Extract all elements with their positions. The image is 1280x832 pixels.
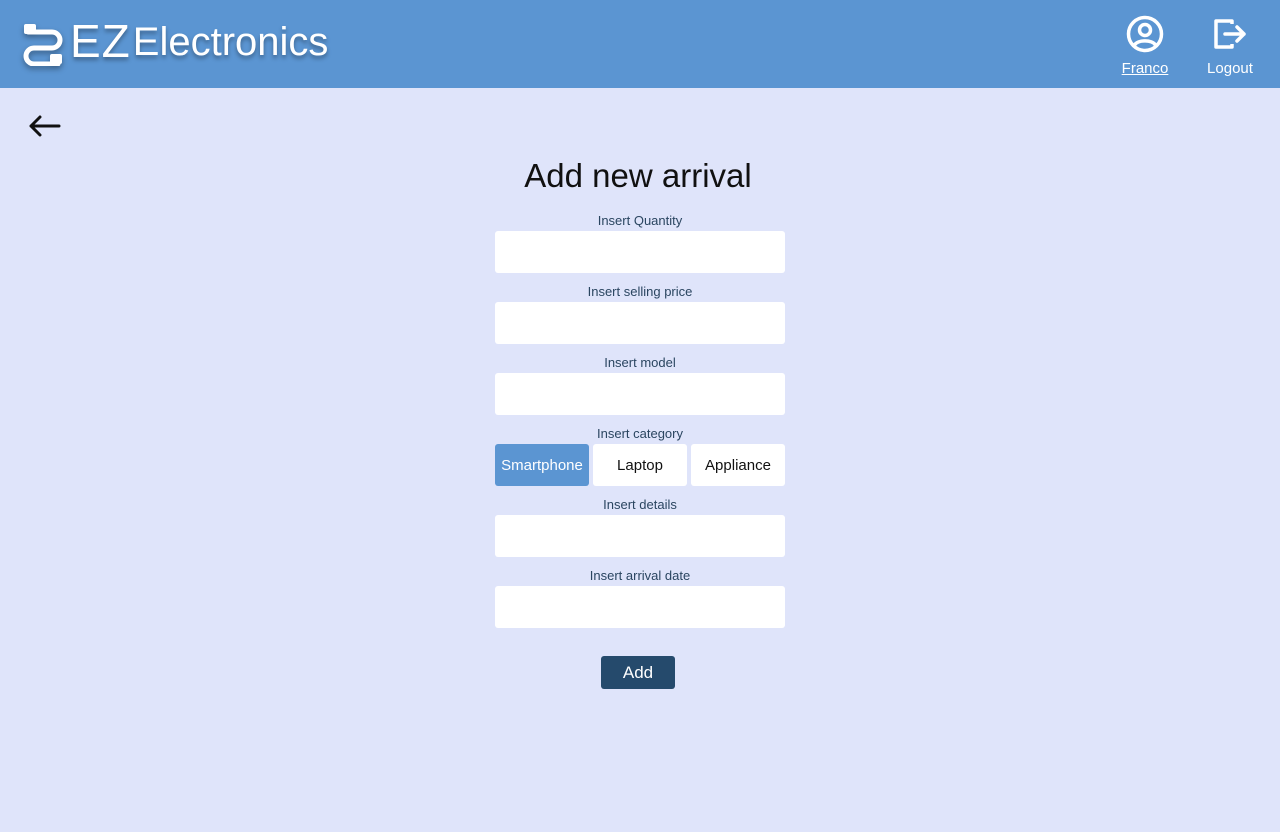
user-circle-icon [1126, 15, 1164, 53]
model-input[interactable] [495, 373, 785, 415]
details-label: Insert details [603, 497, 677, 512]
selling-price-input[interactable] [495, 302, 785, 344]
model-label: Insert model [604, 355, 676, 370]
user-name-label: Franco [1121, 60, 1169, 77]
category-selector: Smartphone Laptop Appliance [495, 444, 785, 486]
logo-electronics-text: Electronics [132, 20, 329, 64]
arrival-date-input[interactable] [495, 586, 785, 628]
category-smartphone-button[interactable]: Smartphone [495, 444, 589, 486]
logout-icon [1214, 19, 1246, 49]
cable-connector-icon [23, 24, 63, 66]
category-laptop-button[interactable]: Laptop [593, 444, 687, 486]
app-logo[interactable]: EZ Electronics [22, 16, 328, 66]
page-title: Add new arrival [524, 157, 752, 194]
category-appliance-button[interactable]: Appliance [691, 444, 785, 486]
app-header: EZ Electronics Franco Logout [0, 0, 1280, 88]
quantity-label: Insert Quantity [597, 213, 683, 228]
logout-label: Logout [1207, 60, 1253, 77]
category-label: Insert category [597, 426, 683, 441]
selling-price-label: Insert selling price [587, 284, 693, 299]
quantity-input[interactable] [495, 231, 785, 273]
user-profile-link[interactable]: Franco [1120, 14, 1170, 77]
add-arrival-form: Insert Quantity Insert selling price Ins… [495, 212, 785, 638]
add-button[interactable]: Add [601, 656, 675, 689]
logo-ez-text: EZ [70, 15, 131, 67]
details-input[interactable] [495, 515, 785, 557]
logout-button[interactable]: Logout [1205, 14, 1255, 77]
arrow-left-icon[interactable] [26, 110, 62, 140]
arrival-date-label: Insert arrival date [589, 568, 691, 583]
